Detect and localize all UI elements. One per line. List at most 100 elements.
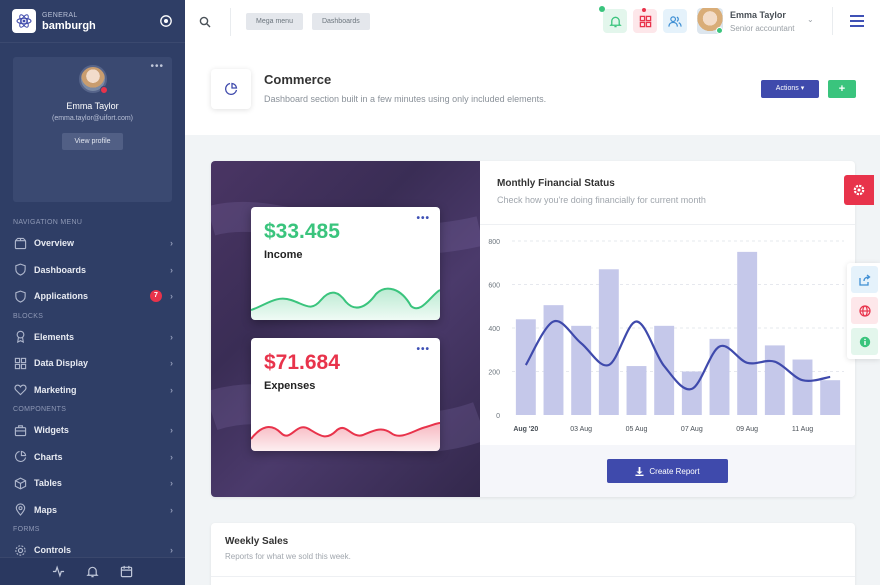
target-icon[interactable]	[159, 14, 173, 28]
info-icon	[859, 336, 871, 348]
sidebar-item-charts[interactable]: Charts ›	[0, 444, 185, 471]
divider	[230, 8, 231, 36]
actions-label: Actions	[776, 85, 799, 92]
more-icon[interactable]: •••	[416, 344, 430, 355]
x-tick-label: 11 Aug	[792, 426, 813, 433]
sidebar-item-widgets[interactable]: Widgets ›	[0, 417, 185, 444]
share-button[interactable]	[851, 266, 878, 293]
chevron-right-icon: ›	[170, 478, 173, 488]
react-logo-icon[interactable]	[12, 9, 36, 33]
financial-card: $33.485 Income ••• $71.684 Expenses •••	[211, 161, 855, 497]
settings-toggle-button[interactable]	[844, 175, 874, 205]
x-tick-label: 07 Aug	[681, 426, 703, 433]
sidebar-footer	[0, 557, 185, 585]
pie-chart-icon	[211, 69, 251, 109]
view-profile-button[interactable]: View profile	[62, 133, 123, 150]
user-name[interactable]: Emma Taylor	[730, 10, 786, 20]
bell-icon	[609, 15, 622, 28]
caret-down-icon: ▾	[801, 85, 805, 92]
mega-menu-button[interactable]: Mega menu	[246, 13, 303, 30]
sidebar-item-applications[interactable]: Applications 7 ›	[0, 283, 185, 310]
dashboards-button[interactable]: Dashboards	[312, 13, 370, 30]
actions-dropdown-button[interactable]: Actions ▾	[761, 80, 819, 98]
sidebar-item-maps[interactable]: Maps ›	[0, 497, 185, 524]
top-header: Mega menu Dashboards Emma Taylor Senior …	[185, 0, 880, 43]
sidebar-item-overview[interactable]: Overview ›	[0, 230, 185, 257]
expenses-label: Expenses	[264, 380, 315, 392]
nav-heading-blocks: BLOCKS	[0, 310, 185, 324]
sidebar-item-label: Charts	[34, 452, 170, 462]
sidebar-item-elements[interactable]: Elements ›	[0, 324, 185, 351]
weekly-sales-subtitle: Reports for what we sold this week.	[225, 552, 351, 561]
sidebar-item-label: Elements	[34, 332, 170, 342]
sidebar-item-marketing[interactable]: Marketing ›	[0, 377, 185, 404]
shield-icon	[13, 289, 27, 303]
calendar-icon[interactable]	[120, 565, 134, 579]
bar	[737, 252, 757, 415]
sidebar-item-label: Dashboards	[34, 265, 170, 275]
chevron-right-icon: ›	[170, 545, 173, 555]
sidebar-item-data-display[interactable]: Data Display ›	[0, 350, 185, 377]
award-icon	[13, 330, 27, 344]
bell-icon[interactable]	[86, 565, 100, 579]
bar	[654, 326, 674, 415]
users-icon	[668, 15, 682, 28]
chart-area: Monthly Financial Status Check how you'r…	[480, 161, 855, 497]
download-icon	[635, 467, 644, 476]
more-icon[interactable]: •••	[416, 213, 430, 224]
search-icon[interactable]	[199, 15, 213, 29]
language-button[interactable]	[851, 297, 878, 324]
y-tick-label: 0	[496, 413, 500, 420]
page-title: Commerce	[264, 72, 331, 87]
create-report-button[interactable]: Create Report	[607, 459, 728, 483]
sidebar-item-label: Data Display	[34, 358, 170, 368]
sidebar-item-dashboards[interactable]: Dashboards ›	[0, 257, 185, 284]
y-tick-label: 200	[488, 370, 500, 377]
chart-title: Monthly Financial Status	[497, 178, 615, 189]
gear-icon	[853, 184, 865, 196]
x-tick-label: 09 Aug	[736, 426, 758, 433]
profile-email: (emma.taylor@uifort.com)	[13, 115, 172, 122]
notifications-button[interactable]	[603, 9, 627, 33]
income-card: $33.485 Income •••	[251, 207, 440, 320]
menu-icon[interactable]	[850, 15, 864, 27]
heart-icon	[13, 383, 27, 397]
users-button[interactable]	[663, 9, 687, 33]
sidebar-item-label: Controls	[34, 545, 170, 555]
profile-name: Emma Taylor	[13, 101, 172, 111]
grid-icon	[13, 356, 27, 370]
chevron-right-icon: ›	[170, 238, 173, 248]
more-icon[interactable]: •••	[150, 61, 164, 72]
package-icon	[13, 236, 27, 250]
chevron-right-icon: ›	[170, 358, 173, 368]
app: GENERAL bamburgh ••• Emma Taylor (emma.t…	[0, 0, 880, 585]
expenses-sparkline	[251, 401, 440, 451]
bar	[571, 326, 591, 415]
activity-icon[interactable]	[52, 565, 66, 579]
chart-subtitle: Check how you're doing financially for c…	[497, 195, 706, 205]
income-sparkline	[251, 270, 440, 320]
chevron-right-icon: ›	[170, 265, 173, 275]
add-button[interactable]: +	[828, 80, 856, 98]
apps-dot	[642, 8, 646, 12]
income-value: $33.485	[264, 220, 340, 244]
sidebar-item-tables[interactable]: Tables ›	[0, 470, 185, 497]
chevron-down-icon[interactable]: ⌄	[807, 15, 814, 24]
sidebar-item-label: Overview	[34, 238, 170, 248]
apps-button[interactable]	[633, 9, 657, 33]
chevron-right-icon: ›	[170, 425, 173, 435]
side-tools	[847, 263, 880, 359]
x-tick-label: 05 Aug	[626, 426, 648, 433]
chevron-right-icon: ›	[170, 452, 173, 462]
chevron-right-icon: ›	[170, 332, 173, 342]
user-role: Senior accountant	[730, 24, 795, 33]
bar	[627, 366, 647, 415]
y-tick-label: 400	[488, 326, 500, 333]
box-icon	[13, 476, 27, 490]
count-badge: 7	[150, 290, 162, 302]
expenses-card: $71.684 Expenses •••	[251, 338, 440, 451]
page-title-section: Commerce Dashboard section built in a fe…	[185, 43, 880, 135]
pie-chart-icon	[13, 450, 27, 464]
info-button[interactable]	[851, 328, 878, 355]
sidebar-item-label: Marketing	[34, 385, 170, 395]
